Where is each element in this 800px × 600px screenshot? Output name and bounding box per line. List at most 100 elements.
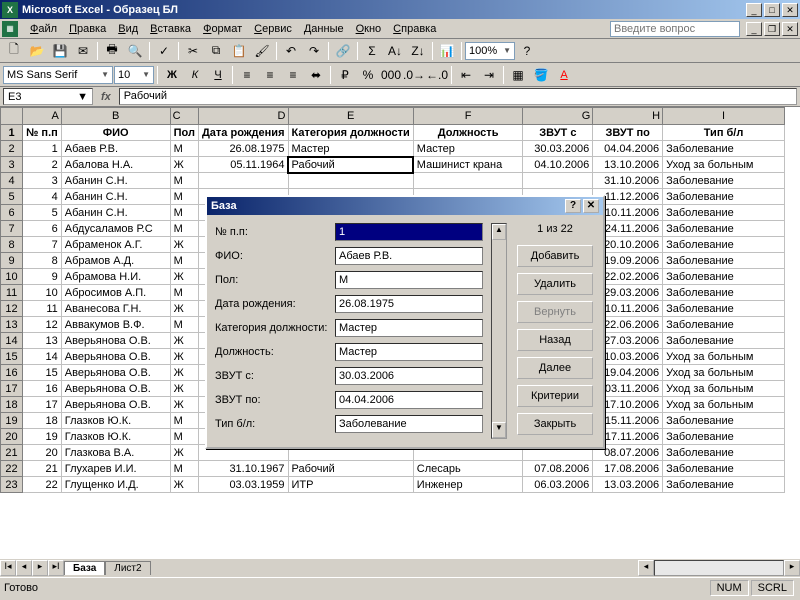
cell[interactable]: Ж: [170, 349, 198, 365]
sort-desc-icon[interactable]: Z↓: [407, 40, 429, 62]
inc-decimal-icon[interactable]: .0→: [403, 64, 425, 86]
undo-icon[interactable]: ↶: [280, 40, 302, 62]
cell[interactable]: 7: [23, 237, 62, 253]
add-button[interactable]: Добавить: [517, 245, 593, 267]
cell[interactable]: Заболевание: [663, 301, 785, 317]
cell[interactable]: Заболевание: [663, 141, 785, 157]
cell[interactable]: Абросимов А.П.: [61, 285, 170, 301]
cell[interactable]: 17: [23, 397, 62, 413]
underline-icon[interactable]: Ч: [207, 64, 229, 86]
italic-icon[interactable]: К: [184, 64, 206, 86]
cell[interactable]: Уход за больным: [663, 381, 785, 397]
cell[interactable]: Заболевание: [663, 285, 785, 301]
ask-question-box[interactable]: [610, 21, 740, 37]
cell[interactable]: Абаев Р.В.: [61, 141, 170, 157]
sheet-tab-other[interactable]: Лист2: [105, 561, 150, 575]
cell[interactable]: Мастер: [413, 141, 523, 157]
cell[interactable]: Глазкова В.А.: [61, 445, 170, 461]
cell[interactable]: Ж: [170, 157, 198, 173]
column-header[interactable]: G: [523, 108, 593, 125]
cell[interactable]: Заболевание: [663, 461, 785, 477]
cell[interactable]: 31.10.2006: [593, 173, 663, 189]
row-header[interactable]: 13: [1, 317, 23, 333]
align-left-icon[interactable]: ≡: [236, 64, 258, 86]
prev-button[interactable]: Назад: [517, 329, 593, 351]
help-icon[interactable]: ?: [516, 40, 538, 62]
cell[interactable]: М: [170, 173, 198, 189]
cell[interactable]: М: [170, 189, 198, 205]
cell[interactable]: Слесарь: [413, 461, 523, 477]
header-cell[interactable]: № п.п: [23, 125, 62, 141]
cell[interactable]: Абанин С.Н.: [61, 189, 170, 205]
minimize-button[interactable]: _: [746, 3, 762, 17]
row-header[interactable]: 17: [1, 381, 23, 397]
currency-icon[interactable]: ₽: [334, 64, 356, 86]
delete-button[interactable]: Удалить: [517, 273, 593, 295]
mdi-minimize-button[interactable]: _: [746, 22, 762, 36]
row-header[interactable]: 10: [1, 269, 23, 285]
cell[interactable]: Заболевание: [663, 445, 785, 461]
header-cell[interactable]: Категория должности: [288, 125, 413, 141]
cell[interactable]: 8: [23, 253, 62, 269]
cell[interactable]: 11: [23, 301, 62, 317]
open-icon[interactable]: 📂: [26, 40, 48, 62]
cell[interactable]: Аввакумов В.Ф.: [61, 317, 170, 333]
cell[interactable]: Абанин С.Н.: [61, 205, 170, 221]
fill-color-icon[interactable]: 🪣: [530, 64, 552, 86]
cell[interactable]: Заболевание: [663, 237, 785, 253]
row-header[interactable]: 4: [1, 173, 23, 189]
cell[interactable]: М: [170, 285, 198, 301]
criteria-button[interactable]: Критерии: [517, 385, 593, 407]
cell[interactable]: Аванесова Г.Н.: [61, 301, 170, 317]
cell[interactable]: Глазков Ю.К.: [61, 413, 170, 429]
cell[interactable]: М: [170, 141, 198, 157]
cell[interactable]: Абалова Н.А.: [61, 157, 170, 173]
dialog-titlebar[interactable]: База ? ✕: [207, 197, 603, 215]
cell[interactable]: Заболевание: [663, 317, 785, 333]
cell[interactable]: 19: [23, 429, 62, 445]
cell[interactable]: Абраменок А.Г.: [61, 237, 170, 253]
font-size-combo[interactable]: 10▼: [114, 66, 154, 84]
field-input-s[interactable]: 30.03.2006: [335, 367, 483, 385]
name-box[interactable]: E3▼: [3, 88, 93, 105]
cell[interactable]: Уход за больным: [663, 349, 785, 365]
field-input-npp[interactable]: 1: [335, 223, 483, 241]
formula-input[interactable]: Рабочий: [119, 88, 797, 105]
tab-last-icon[interactable]: ▸I: [48, 560, 64, 576]
cell[interactable]: Абдусаламов Р.С: [61, 221, 170, 237]
cell[interactable]: 3: [23, 173, 62, 189]
preview-icon[interactable]: 🔍: [124, 40, 146, 62]
cell[interactable]: 12: [23, 317, 62, 333]
cell[interactable]: М: [170, 221, 198, 237]
tab-next-icon[interactable]: ▸: [32, 560, 48, 576]
hyperlink-icon[interactable]: 🔗: [332, 40, 354, 62]
row-header[interactable]: 3: [1, 157, 23, 173]
cell[interactable]: Аверьянова О.В.: [61, 381, 170, 397]
print-icon[interactable]: 🖶: [101, 40, 123, 62]
cell[interactable]: 04.10.2006: [523, 157, 593, 173]
row-header[interactable]: 16: [1, 365, 23, 381]
cell[interactable]: 13.10.2006: [593, 157, 663, 173]
borders-icon[interactable]: ▦: [507, 64, 529, 86]
row-header[interactable]: 23: [1, 477, 23, 493]
cell[interactable]: Ж: [170, 445, 198, 461]
bold-icon[interactable]: Ж: [161, 64, 183, 86]
cell[interactable]: [413, 173, 523, 189]
column-header[interactable]: B: [61, 108, 170, 125]
cell[interactable]: 16: [23, 381, 62, 397]
sort-asc-icon[interactable]: A↓: [384, 40, 406, 62]
cell[interactable]: 10: [23, 285, 62, 301]
menu-item[interactable]: Правка: [63, 21, 112, 37]
row-header[interactable]: 14: [1, 333, 23, 349]
autosum-icon[interactable]: Σ: [361, 40, 383, 62]
cell[interactable]: М: [170, 429, 198, 445]
field-input-tip[interactable]: Заболевание: [335, 415, 483, 433]
column-header[interactable]: H: [593, 108, 663, 125]
cell[interactable]: 4: [23, 189, 62, 205]
cell[interactable]: Аверьянова О.В.: [61, 365, 170, 381]
cell[interactable]: 18: [23, 413, 62, 429]
cell[interactable]: Мастер: [288, 141, 413, 157]
header-cell[interactable]: Пол: [170, 125, 198, 141]
redo-icon[interactable]: ↷: [303, 40, 325, 62]
copy-icon[interactable]: ⧉: [205, 40, 227, 62]
